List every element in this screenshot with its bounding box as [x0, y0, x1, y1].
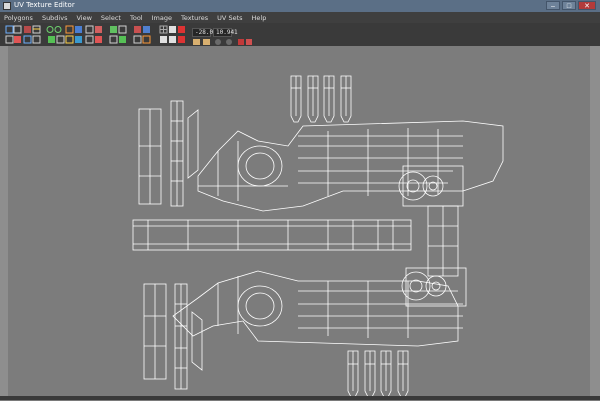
- texture-border-icon[interactable]: [133, 35, 151, 44]
- close-button[interactable]: ✕: [578, 1, 596, 10]
- minimize-button[interactable]: –: [546, 1, 560, 10]
- menu-textures[interactable]: Textures: [177, 12, 213, 23]
- sew-uv-icon[interactable]: [85, 25, 102, 34]
- dim-image-icon[interactable]: [160, 36, 185, 43]
- menu-polygons[interactable]: Polygons: [0, 12, 38, 23]
- uv-shell-left-strips-bottom: [143, 283, 203, 390]
- uv-shell-icon[interactable]: [215, 39, 232, 45]
- left-border: [0, 46, 8, 396]
- uv-shell-top-pins: [290, 75, 352, 123]
- menu-image[interactable]: Image: [148, 12, 177, 23]
- color-swatch-icon[interactable]: [238, 39, 252, 45]
- uv-viewport[interactable]: [8, 46, 590, 398]
- relax-icon[interactable]: [85, 35, 102, 44]
- align-v-icon[interactable]: [48, 35, 65, 44]
- uv-shell-long-bar: [132, 219, 412, 251]
- flip-u-icon[interactable]: [24, 26, 31, 33]
- uv-shell-left-strips-top: [138, 100, 199, 207]
- u-coordinate-field[interactable]: -28.064: [192, 28, 220, 37]
- right-border: [590, 46, 600, 396]
- bottom-border: [0, 396, 600, 400]
- v-coordinate-field[interactable]: 10.941: [213, 28, 238, 37]
- rotate-uv-icon[interactable]: [46, 26, 62, 33]
- align-u-icon[interactable]: [23, 35, 41, 44]
- uv-shell-gear-upper: [398, 165, 464, 277]
- uv-shell-main-lower: [172, 270, 463, 347]
- unfold-icon[interactable]: [65, 35, 82, 44]
- select-shell-icon[interactable]: [5, 35, 21, 44]
- menu-subdivs[interactable]: Subdivs: [38, 12, 73, 23]
- cut-uv-icon[interactable]: [65, 25, 82, 34]
- uv-wireframe: [132, 75, 504, 398]
- maximize-button[interactable]: □: [562, 1, 576, 10]
- menu-uv-sets[interactable]: UV Sets: [213, 12, 247, 23]
- app-icon: [3, 2, 11, 10]
- uv-shell-gear-lower: [401, 267, 467, 307]
- uv-shell-bottom-pins: [347, 350, 409, 398]
- shaded-uv-icon[interactable]: [169, 26, 185, 33]
- snapshot-icon[interactable]: [193, 39, 200, 45]
- menu-tool[interactable]: Tool: [126, 12, 148, 23]
- layout-uv-icon[interactable]: [110, 25, 127, 34]
- menubar: Polygons Subdivs View Select Tool Image …: [0, 12, 600, 23]
- menu-select[interactable]: Select: [97, 12, 126, 23]
- flip-v-icon[interactable]: [32, 25, 41, 34]
- checker-icon[interactable]: [203, 39, 210, 45]
- move-uv-icon[interactable]: [5, 25, 22, 34]
- uv-toolbar: -28.064 10.941: [0, 23, 600, 47]
- normalize-icon[interactable]: [109, 35, 126, 44]
- window-title: UV Texture Editor: [14, 1, 75, 9]
- menu-view[interactable]: View: [72, 12, 96, 23]
- window-controls: – □ ✕: [546, 1, 596, 10]
- menu-help[interactable]: Help: [248, 12, 272, 23]
- image-toggle-icon[interactable]: [134, 26, 150, 33]
- toolbar-icons: [5, 25, 252, 45]
- window-titlebar: UV Texture Editor – □ ✕: [0, 0, 600, 12]
- grid-toggle-icon[interactable]: [159, 25, 168, 34]
